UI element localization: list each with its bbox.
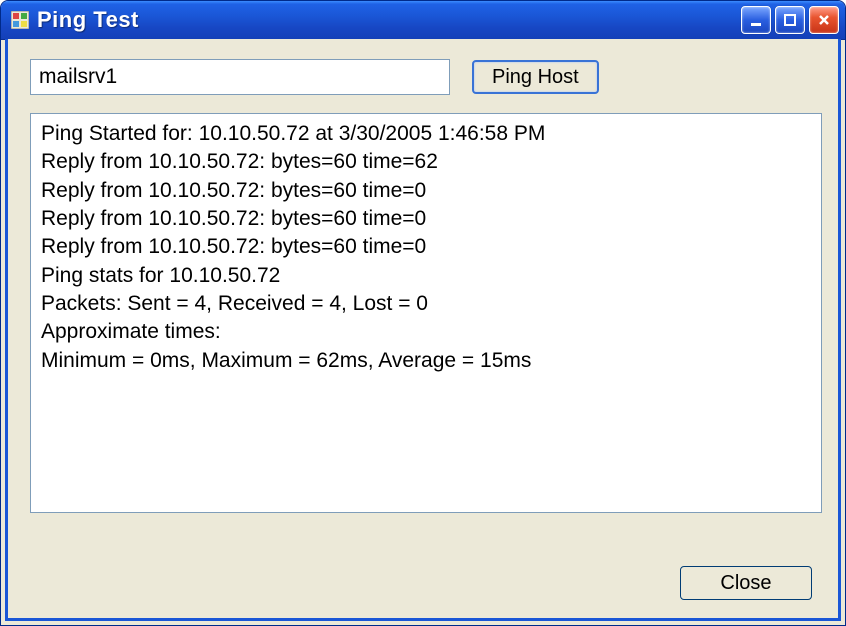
close-icon xyxy=(817,13,831,27)
maximize-button[interactable] xyxy=(775,6,805,34)
titlebar[interactable]: Ping Test xyxy=(1,1,845,40)
ping-host-button[interactable]: Ping Host xyxy=(472,60,599,94)
input-row: Ping Host xyxy=(30,59,816,95)
close-button[interactable]: Close xyxy=(680,566,812,600)
minimize-button[interactable] xyxy=(741,6,771,34)
client-frame: Ping Host Ping Started for: 10.10.50.72 … xyxy=(5,39,841,621)
ping-output[interactable]: Ping Started for: 10.10.50.72 at 3/30/20… xyxy=(30,113,822,513)
window-controls xyxy=(741,6,839,34)
host-input[interactable] xyxy=(30,59,450,95)
close-window-button[interactable] xyxy=(809,6,839,34)
maximize-icon xyxy=(783,13,797,27)
window-title: Ping Test xyxy=(37,7,741,33)
bottom-row: Close xyxy=(680,566,812,600)
minimize-icon xyxy=(749,13,763,27)
client-area: Ping Host Ping Started for: 10.10.50.72 … xyxy=(8,39,838,618)
app-icon xyxy=(11,11,29,29)
application-window: Ping Test Ping Host Ping Started for: 1 xyxy=(0,0,846,626)
